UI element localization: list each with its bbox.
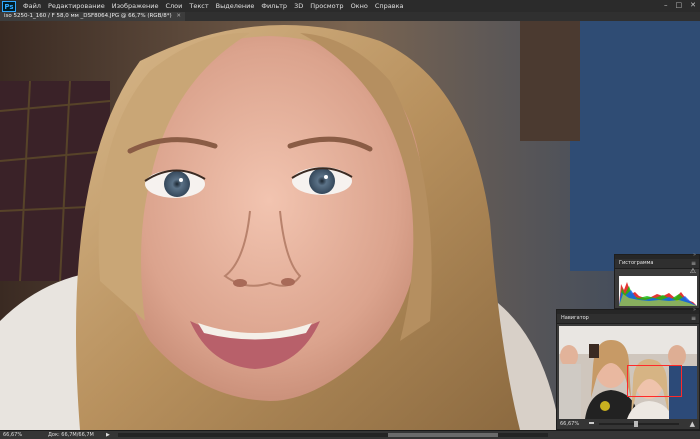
document-tab-title: iso 5250-1_160 / F 58,0 мм _DSF8064.JPG … — [4, 13, 172, 19]
close-window-icon[interactable]: ✕ — [690, 1, 696, 9]
histogram-graph — [619, 276, 697, 306]
navigator-panel-title: Навигатор — [561, 315, 589, 321]
zoom-slider-knob[interactable] — [634, 421, 639, 427]
menu-image[interactable]: Изображение — [112, 2, 159, 10]
menu-select[interactable]: Выделение — [216, 2, 255, 10]
menu-3d[interactable]: 3D — [294, 2, 303, 10]
scrollbar-thumb[interactable] — [388, 433, 498, 437]
document-tab[interactable]: iso 5250-1_160 / F 58,0 мм _DSF8064.JPG … — [0, 12, 185, 21]
histogram-panel: » Гистограмма ≡ ⚠ — [614, 252, 700, 309]
horizontal-scrollbar[interactable] — [118, 433, 548, 437]
menu-view[interactable]: Просмотр — [310, 2, 343, 10]
menu-help[interactable]: Справка — [375, 2, 404, 10]
navigator-zoom-bar: 66,67% ▲ — [557, 419, 699, 429]
maximize-icon[interactable]: □ — [676, 1, 683, 9]
menu-edit[interactable]: Редактирование — [48, 2, 105, 10]
collapse-icon[interactable]: » — [693, 252, 696, 258]
zoom-slider[interactable] — [599, 421, 679, 427]
histogram-panel-title: Гистограмма — [619, 260, 654, 266]
zoom-in-icon[interactable]: ▲ — [690, 419, 695, 429]
navigator-panel-tab[interactable]: Навигатор ≡ — [557, 314, 699, 324]
ps-logo-icon[interactable]: Ps — [2, 0, 16, 12]
warning-icon[interactable]: ⚠ — [690, 267, 696, 275]
window-controls: – □ ✕ — [664, 1, 696, 9]
panel-menu-icon[interactable]: ≡ — [691, 314, 696, 323]
menu-type[interactable]: Текст — [189, 2, 208, 10]
menu-window[interactable]: Окно — [351, 2, 368, 10]
menu-filter[interactable]: Фильтр — [261, 2, 287, 10]
zoom-out-icon[interactable] — [589, 422, 594, 424]
histogram-panel-tab[interactable]: Гистограмма ≡ — [615, 259, 699, 269]
minimize-icon[interactable]: – — [664, 1, 668, 9]
navigator-zoom-value[interactable]: 66,67% — [560, 419, 579, 429]
navigator-panel: » Навигатор ≡ 66,67% ▲ — [556, 307, 700, 430]
navigator-view-box[interactable] — [627, 365, 682, 397]
collapse-icon[interactable]: » — [693, 307, 696, 313]
close-icon[interactable]: ✕ — [176, 13, 181, 19]
menu-layers[interactable]: Слои — [165, 2, 182, 10]
menu-file[interactable]: Файл — [23, 2, 41, 10]
